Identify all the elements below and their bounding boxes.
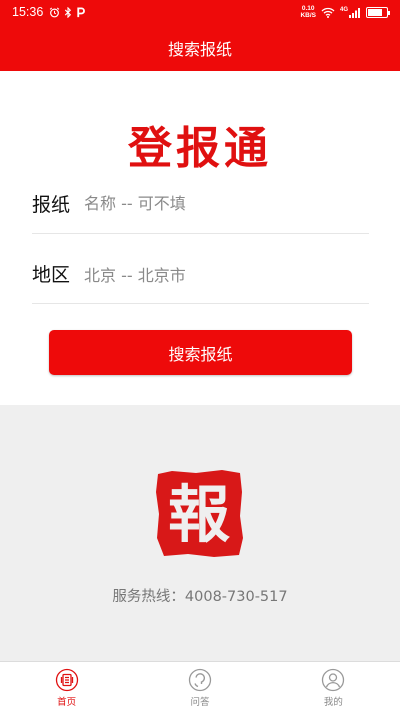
profile-icon (322, 668, 345, 692)
battery-icon (366, 6, 390, 18)
bottom-tab-bar: 首页 问答 我的 (0, 661, 400, 711)
paper-name-input[interactable] (84, 194, 344, 213)
status-time: 15:36 (12, 5, 44, 19)
seal-character: 報 (168, 478, 230, 551)
service-hotline: 服务热线：4008-730-517 (112, 589, 288, 605)
tab-profile-label: 我的 (323, 697, 343, 708)
parking-icon (77, 6, 86, 17)
network-speed: 0.10 KB/S (300, 5, 316, 19)
tab-home[interactable]: 首页 (0, 662, 133, 711)
tab-qa[interactable]: 问答 (133, 662, 266, 711)
tab-profile[interactable]: 我的 (267, 662, 400, 711)
signal-type: 4G (339, 6, 348, 13)
app-logo-text: 登报通 (128, 123, 272, 174)
title-bar: 搜索报纸 (0, 24, 400, 71)
newspaper-seal-icon: 報 (156, 470, 243, 557)
wifi-icon (321, 7, 335, 18)
network-speed-unit: KB/S (300, 12, 316, 19)
home-icon (55, 668, 78, 692)
paper-label: 报纸 (32, 194, 71, 216)
search-newspaper-button[interactable]: 搜索报纸 (49, 330, 352, 375)
status-bar: 15:36 0.10 KB/S 4G (0, 0, 400, 24)
region-selector[interactable]: 北京 -- 北京市 (84, 262, 186, 286)
tab-home-label: 首页 (57, 697, 77, 708)
qa-icon (188, 668, 212, 692)
region-row[interactable]: 地区 北京 -- 北京市 (32, 244, 369, 304)
paper-name-row[interactable]: 报纸 (32, 174, 369, 234)
region-label: 地区 (32, 264, 71, 286)
bluetooth-icon (65, 6, 72, 18)
page-title: 搜索报纸 (167, 39, 232, 59)
tab-qa-label: 问答 (190, 697, 210, 708)
network-speed-value: 0.10 (301, 5, 315, 12)
signal-icon (349, 7, 360, 18)
alarm-icon (50, 7, 60, 17)
